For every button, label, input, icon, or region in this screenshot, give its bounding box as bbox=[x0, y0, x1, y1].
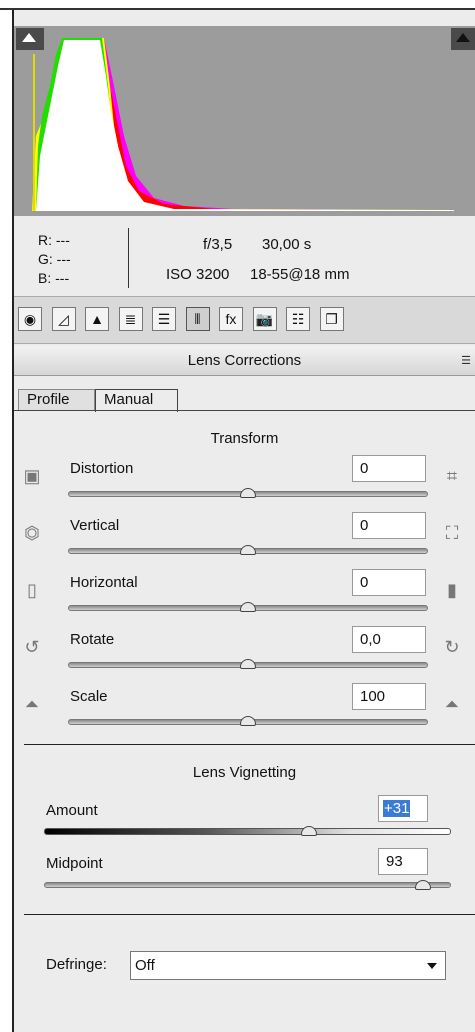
lens-corrections-icon[interactable]: ⦀ bbox=[185, 307, 210, 331]
split-toning-icon[interactable]: ☰ bbox=[152, 307, 176, 331]
image-info bbox=[14, 216, 475, 294]
tab-profile[interactable]: Profile bbox=[18, 389, 95, 411]
hsl-icon[interactable]: ≣ bbox=[118, 307, 143, 331]
iso-value: ISO 3200 bbox=[166, 266, 230, 283]
shadow-clipping-arrow-icon bbox=[22, 33, 36, 42]
amount-slider-thumb[interactable] bbox=[300, 826, 317, 836]
rotate-ccw-icon: ↺ bbox=[24, 637, 40, 657]
detail-icon[interactable]: ▲ bbox=[85, 307, 109, 331]
histogram-graph bbox=[32, 38, 454, 211]
effects-icon[interactable]: fx bbox=[219, 307, 243, 331]
panel-title: Lens Corrections bbox=[187, 352, 302, 369]
distortion-pincushion-icon: ▣ bbox=[23, 466, 41, 486]
chevron-down-icon bbox=[427, 963, 437, 969]
tab-manual[interactable]: Manual bbox=[95, 389, 178, 412]
scale-large-icon: ⏶ bbox=[444, 694, 460, 714]
panel-title-bar: Lens Corrections ☰ bbox=[14, 346, 475, 376]
midpoint-input[interactable]: 93 bbox=[378, 848, 428, 875]
defringe-select[interactable]: Off bbox=[130, 951, 446, 980]
defringe-label: Defringe: bbox=[46, 956, 107, 973]
section-divider bbox=[24, 914, 475, 915]
rotate-cw-icon: ↻ bbox=[444, 637, 460, 657]
vignetting-title: Lens Vignetting bbox=[192, 764, 297, 781]
amount-label: Amount bbox=[46, 802, 98, 819]
tone-curve-icon[interactable]: ◿ bbox=[51, 307, 76, 331]
transform-3-slider-thumb[interactable] bbox=[240, 659, 256, 669]
transform-1-label: Vertical bbox=[70, 517, 120, 534]
panel-menu-icon[interactable]: ☰ bbox=[461, 346, 471, 376]
aperture-value: f/3,5 bbox=[203, 236, 233, 253]
transform-4-slider-thumb[interactable] bbox=[240, 716, 256, 726]
transform-2-input[interactable]: 0 bbox=[352, 569, 426, 596]
amount-slider[interactable] bbox=[44, 828, 451, 835]
snapshots-icon[interactable]: ❐ bbox=[319, 307, 344, 331]
amount-input[interactable]: +31 bbox=[378, 795, 428, 822]
transform-4-input[interactable]: 100 bbox=[352, 683, 426, 710]
green-readout: G: --- bbox=[38, 251, 71, 267]
midpoint-label: Midpoint bbox=[46, 855, 103, 872]
transform-0-slider-thumb[interactable] bbox=[240, 488, 256, 498]
transform-2-label: Horizontal bbox=[70, 574, 138, 591]
transform-3-label: Rotate bbox=[70, 631, 115, 648]
vertical-right-icon: ⛶ bbox=[445, 523, 459, 543]
histogram-luminance bbox=[36, 40, 454, 211]
transform-1-input[interactable]: 0 bbox=[352, 512, 426, 539]
info-divider bbox=[128, 228, 129, 288]
transform-0-label: Distortion bbox=[70, 460, 134, 477]
section-divider bbox=[24, 744, 475, 745]
highlight-clipping-arrow-icon bbox=[456, 33, 470, 42]
blue-readout: B: --- bbox=[38, 270, 70, 286]
scale-small-icon: ⏶ bbox=[24, 694, 40, 714]
horizontal-right-icon: ▮ bbox=[447, 580, 457, 600]
defringe-value: Off bbox=[135, 957, 155, 974]
transform-3-input[interactable]: 0,0 bbox=[352, 626, 426, 653]
midpoint-slider-thumb[interactable] bbox=[414, 880, 431, 890]
tab-baseline bbox=[14, 410, 475, 411]
vertical-left-icon: ⏣ bbox=[24, 523, 40, 543]
distortion-barrel-icon: ⌗ bbox=[446, 466, 458, 486]
transform-0-input[interactable]: 0 bbox=[352, 455, 426, 482]
lens-value: 18-55@18 mm bbox=[250, 266, 350, 283]
transform-4-label: Scale bbox=[70, 688, 108, 705]
transform-title: Transform bbox=[210, 430, 279, 447]
panel-tabs-toolbar bbox=[14, 296, 475, 344]
red-readout: R: --- bbox=[38, 232, 70, 248]
midpoint-slider[interactable] bbox=[44, 882, 451, 888]
shutter-value: 30,00 s bbox=[262, 236, 312, 253]
horizontal-left-icon: ▯ bbox=[27, 580, 37, 600]
basic-icon[interactable]: ◉ bbox=[18, 307, 42, 331]
transform-2-slider-thumb[interactable] bbox=[240, 602, 256, 612]
camera-calibration-icon[interactable]: 📷 bbox=[252, 307, 277, 331]
presets-icon[interactable]: ☷ bbox=[286, 307, 310, 331]
transform-1-slider-thumb[interactable] bbox=[240, 545, 256, 555]
